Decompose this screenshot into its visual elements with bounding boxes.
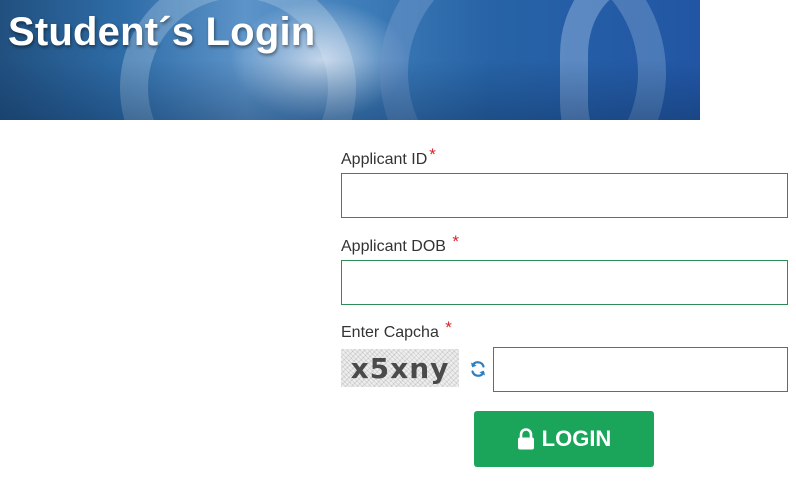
lock-icon <box>517 428 535 450</box>
applicant-id-input[interactable] <box>341 173 788 218</box>
applicant-dob-label-row: Applicant DOB * <box>341 231 460 255</box>
required-marker: * <box>445 318 452 337</box>
applicant-dob-label: Applicant DOB <box>341 238 446 255</box>
captcha-input[interactable] <box>493 347 788 392</box>
refresh-icon[interactable] <box>468 359 488 379</box>
required-marker: * <box>429 145 436 164</box>
captcha-label-row: Enter Capcha * <box>341 317 452 341</box>
applicant-id-label: Applicant ID <box>341 151 428 168</box>
applicant-dob-input[interactable] <box>341 260 788 305</box>
banner-decor <box>0 60 700 120</box>
applicant-id-label-row: Applicant ID * <box>341 144 436 168</box>
header-banner: Student´s Login <box>0 0 700 120</box>
captcha-label: Enter Capcha <box>341 324 439 341</box>
login-button[interactable]: LOGIN <box>474 411 654 467</box>
required-marker: * <box>452 232 460 251</box>
page: Student´s Login Applicant ID * Applicant … <box>0 0 796 504</box>
login-label: LOGIN <box>541 426 612 451</box>
captcha-text: x5xny <box>350 351 450 385</box>
page-title: Student´s Login <box>8 10 316 54</box>
captcha-image: x5xny <box>341 349 459 387</box>
